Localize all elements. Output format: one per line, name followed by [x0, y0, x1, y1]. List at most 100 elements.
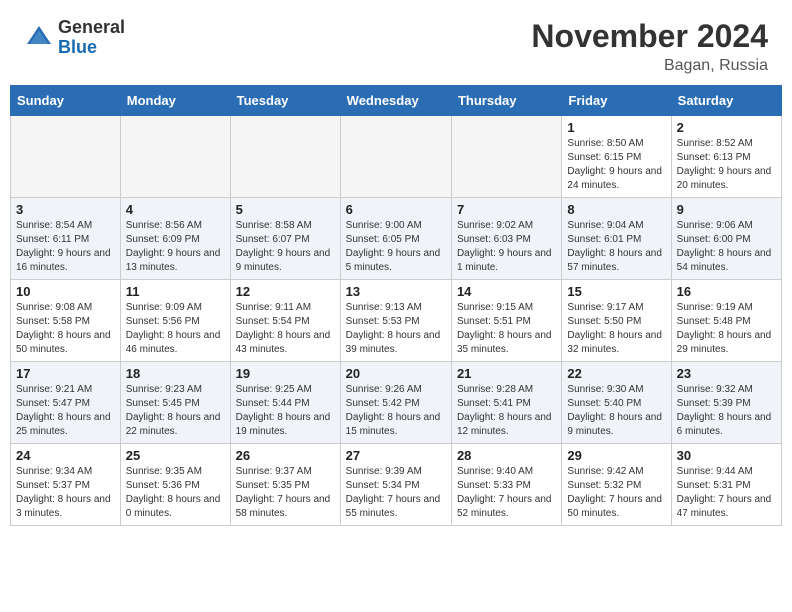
day-info: Sunrise: 9:13 AMSunset: 5:53 PMDaylight:…: [346, 301, 446, 357]
day-number: 29: [567, 448, 665, 463]
day-number: 13: [346, 284, 446, 299]
day-info: Sunrise: 9:37 AMSunset: 5:35 PMDaylight:…: [236, 465, 335, 521]
weekday-header-monday: Monday: [120, 86, 230, 116]
day-number: 22: [567, 366, 665, 381]
calendar-cell: 3Sunrise: 8:54 AMSunset: 6:11 PMDaylight…: [11, 198, 121, 280]
calendar-cell: 5 Sunrise: 8:58 AMSunset: 6:07 PMDaylight…: [230, 198, 340, 280]
day-info: Sunrise: 9:44 AMSunset: 5:31 PMDaylight:…: [677, 465, 776, 521]
calendar-cell: 11Sunrise: 9:09 AMSunset: 5:56 PMDayligh…: [120, 280, 230, 362]
calendar-cell: 25 Sunrise: 9:35 AMSunset: 5:36 PMDayligh…: [120, 444, 230, 526]
day-info: Sunrise: 9:28 AMSunset: 5:41 PMDaylight:…: [457, 383, 556, 439]
day-info: Sunrise: 9:11 AMSunset: 5:54 PMDaylight:…: [236, 301, 335, 357]
day-number: 12: [236, 284, 335, 299]
weekday-header-thursday: Thursday: [451, 86, 561, 116]
day-number: 14: [457, 284, 556, 299]
logo-blue-text: Blue: [58, 38, 125, 58]
calendar-cell: 13 Sunrise: 9:13 AMSunset: 5:53 PMDayligh…: [340, 280, 451, 362]
day-info: Sunrise: 9:39 AMSunset: 5:34 PMDaylight:…: [346, 465, 446, 521]
calendar-cell: 9 Sunrise: 9:06 AMSunset: 6:00 PMDaylight…: [671, 198, 781, 280]
day-number: 26: [236, 448, 335, 463]
day-number: 20: [346, 366, 446, 381]
calendar-cell: 19 Sunrise: 9:25 AMSunset: 5:44 PMDayligh…: [230, 362, 340, 444]
week-row-5: 24 Sunrise: 9:34 AMSunset: 5:37 PMDayligh…: [11, 444, 782, 526]
calendar-cell: 22 Sunrise: 9:30 AMSunset: 5:40 PMDayligh…: [562, 362, 671, 444]
day-number: 3: [16, 202, 115, 217]
day-info: Sunrise: 8:56 AMSunset: 6:09 PMDaylight:…: [126, 219, 225, 275]
weekday-header-friday: Friday: [562, 86, 671, 116]
day-number: 24: [16, 448, 115, 463]
logo-general-text: General: [58, 18, 125, 38]
calendar-cell: 7 Sunrise: 9:02 AMSunset: 6:03 PMDaylight…: [451, 198, 561, 280]
day-info: Sunrise: 9:34 AMSunset: 5:37 PMDaylight:…: [16, 465, 115, 521]
weekday-header-row: SundayMondayTuesdayWednesdayThursdayFrid…: [11, 86, 782, 116]
day-info: Sunrise: 9:23 AMSunset: 5:45 PMDaylight:…: [126, 383, 225, 439]
day-number: 27: [346, 448, 446, 463]
calendar-cell: [451, 116, 561, 198]
calendar-cell: 30 Sunrise: 9:44 AMSunset: 5:31 PMDayligh…: [671, 444, 781, 526]
calendar-cell: 23 Sunrise: 9:32 AMSunset: 5:39 PMDayligh…: [671, 362, 781, 444]
day-number: 2: [677, 120, 776, 135]
month-title: November 2024: [531, 18, 768, 55]
day-number: 1: [567, 120, 665, 135]
logo: General Blue: [24, 18, 125, 58]
day-number: 25: [126, 448, 225, 463]
calendar-cell: 27 Sunrise: 9:39 AMSunset: 5:34 PMDayligh…: [340, 444, 451, 526]
day-info: Sunrise: 9:26 AMSunset: 5:42 PMDaylight:…: [346, 383, 446, 439]
day-number: 5: [236, 202, 335, 217]
day-info: Sunrise: 9:42 AMSunset: 5:32 PMDaylight:…: [567, 465, 665, 521]
day-info: Sunrise: 9:17 AMSunset: 5:50 PMDaylight:…: [567, 301, 665, 357]
week-row-4: 17 Sunrise: 9:21 AMSunset: 5:47 PMDayligh…: [11, 362, 782, 444]
week-row-1: 1 Sunrise: 8:50 AMSunset: 6:15 PMDaylight…: [11, 116, 782, 198]
page-header: General Blue November 2024 Bagan, Russia: [0, 0, 792, 85]
calendar-cell: 29 Sunrise: 9:42 AMSunset: 5:32 PMDayligh…: [562, 444, 671, 526]
day-info: Sunrise: 9:21 AMSunset: 5:47 PMDaylight:…: [16, 383, 115, 439]
calendar-cell: 8Sunrise: 9:04 AMSunset: 6:01 PMDaylight…: [562, 198, 671, 280]
day-number: 23: [677, 366, 776, 381]
title-block: November 2024 Bagan, Russia: [531, 18, 768, 75]
week-row-3: 10 Sunrise: 9:08 AMSunset: 5:58 PMDayligh…: [11, 280, 782, 362]
day-number: 21: [457, 366, 556, 381]
calendar-table: SundayMondayTuesdayWednesdayThursdayFrid…: [10, 85, 782, 526]
weekday-header-saturday: Saturday: [671, 86, 781, 116]
weekday-header-wednesday: Wednesday: [340, 86, 451, 116]
day-info: Sunrise: 9:30 AMSunset: 5:40 PMDaylight:…: [567, 383, 665, 439]
calendar-wrapper: SundayMondayTuesdayWednesdayThursdayFrid…: [0, 85, 792, 536]
day-info: Sunrise: 9:25 AMSunset: 5:44 PMDaylight:…: [236, 383, 335, 439]
day-number: 9: [677, 202, 776, 217]
day-number: 15: [567, 284, 665, 299]
calendar-cell: 10 Sunrise: 9:08 AMSunset: 5:58 PMDayligh…: [11, 280, 121, 362]
day-info: Sunrise: 9:35 AMSunset: 5:36 PMDaylight:…: [126, 465, 225, 521]
day-number: 4: [126, 202, 225, 217]
day-number: 19: [236, 366, 335, 381]
calendar-cell: 2 Sunrise: 8:52 AMSunset: 6:13 PMDaylight…: [671, 116, 781, 198]
calendar-cell: 20 Sunrise: 9:26 AMSunset: 5:42 PMDayligh…: [340, 362, 451, 444]
day-info: Sunrise: 9:32 AMSunset: 5:39 PMDaylight:…: [677, 383, 776, 439]
day-number: 8: [567, 202, 665, 217]
day-info: Sunrise: 8:50 AMSunset: 6:15 PMDaylight:…: [567, 137, 665, 193]
logo-icon: [24, 23, 54, 53]
calendar-cell: [120, 116, 230, 198]
calendar-cell: 16Sunrise: 9:19 AMSunset: 5:48 PMDayligh…: [671, 280, 781, 362]
calendar-cell: 28 Sunrise: 9:40 AMSunset: 5:33 PMDayligh…: [451, 444, 561, 526]
calendar-cell: [11, 116, 121, 198]
day-info: Sunrise: 9:02 AMSunset: 6:03 PMDaylight:…: [457, 219, 556, 275]
day-info: Sunrise: 9:08 AMSunset: 5:58 PMDaylight:…: [16, 301, 115, 357]
calendar-cell: 24 Sunrise: 9:34 AMSunset: 5:37 PMDayligh…: [11, 444, 121, 526]
calendar-cell: 12 Sunrise: 9:11 AMSunset: 5:54 PMDayligh…: [230, 280, 340, 362]
day-number: 30: [677, 448, 776, 463]
day-number: 28: [457, 448, 556, 463]
weekday-header-sunday: Sunday: [11, 86, 121, 116]
day-info: Sunrise: 8:52 AMSunset: 6:13 PMDaylight:…: [677, 137, 776, 193]
day-number: 11: [126, 284, 225, 299]
day-info: Sunrise: 9:06 AMSunset: 6:00 PMDaylight:…: [677, 219, 776, 275]
day-info: Sunrise: 9:19 AMSunset: 5:48 PMDaylight:…: [677, 301, 776, 357]
day-number: 17: [16, 366, 115, 381]
day-number: 7: [457, 202, 556, 217]
day-info: Sunrise: 9:40 AMSunset: 5:33 PMDaylight:…: [457, 465, 556, 521]
calendar-cell: [340, 116, 451, 198]
calendar-cell: 6Sunrise: 9:00 AMSunset: 6:05 PMDaylight…: [340, 198, 451, 280]
day-info: Sunrise: 9:15 AMSunset: 5:51 PMDaylight:…: [457, 301, 556, 357]
day-number: 10: [16, 284, 115, 299]
weekday-header-tuesday: Tuesday: [230, 86, 340, 116]
day-info: Sunrise: 8:58 AMSunset: 6:07 PMDaylight:…: [236, 219, 335, 275]
